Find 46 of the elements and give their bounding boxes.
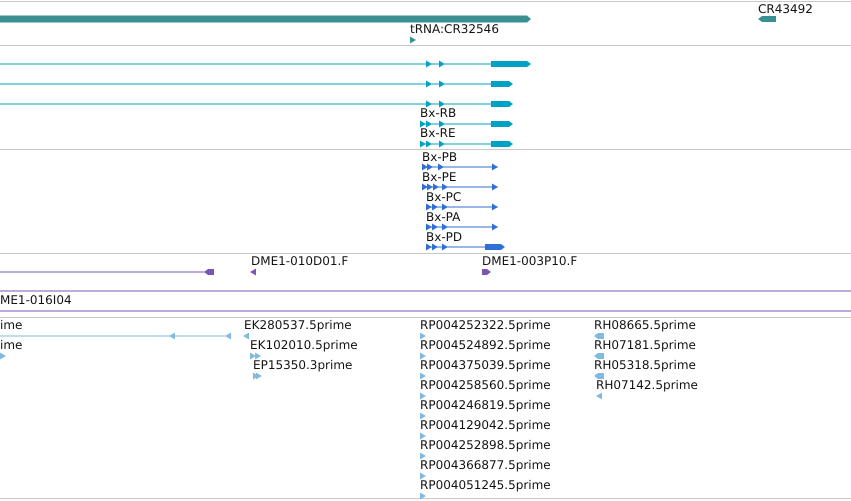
- feature-label: ime: [0, 338, 22, 352]
- feature-label: Bx-RE: [420, 126, 456, 140]
- gene-glyph[interactable]: [758, 13, 776, 25]
- feature-label: Bx-RB: [420, 106, 456, 120]
- clone-glyph[interactable]: [0, 266, 214, 278]
- feature-label: RP004252322.5prime: [420, 318, 551, 332]
- feature-label: RP004051245.5prime: [420, 478, 551, 492]
- clone-glyph[interactable]: [482, 266, 491, 278]
- feature-label: RH08665.5prime: [594, 318, 696, 332]
- feature-label: EP15350.3prime: [253, 358, 352, 372]
- feature-label: RP004524892.5prime: [420, 338, 551, 352]
- feature-label: Bx-PE: [422, 170, 456, 184]
- gene-glyph[interactable]: [410, 34, 416, 46]
- feature-label: Bx-PD: [426, 230, 462, 244]
- feature-label: Bx-PA: [426, 210, 460, 224]
- feature-label: RH07181.5prime: [594, 338, 696, 352]
- feature-label: Bx-PC: [426, 190, 462, 204]
- feature-label: EK280537.5prime: [244, 318, 352, 332]
- feature-label: RP004129042.5prime: [420, 418, 551, 432]
- gene-glyph[interactable]: [0, 13, 531, 25]
- feature-label: tRNA:CR32546: [410, 22, 499, 36]
- feature-label: RP004246819.5prime: [420, 398, 551, 412]
- transcript-glyph[interactable]: [0, 58, 531, 70]
- feature-label: RP004366877.5prime: [420, 458, 551, 472]
- feature-label: Bx-PB: [422, 150, 458, 164]
- feature-label: ime: [0, 318, 22, 332]
- feature-label: RP004375039.5prime: [420, 358, 551, 372]
- transcript-glyph[interactable]: [0, 78, 513, 90]
- feature-label: DME1-003P10.F: [482, 254, 578, 268]
- feature-label: ME1-016I04: [0, 293, 72, 307]
- protein-glyph[interactable]: [422, 181, 498, 193]
- protein-glyph[interactable]: [422, 161, 498, 173]
- feature-label: DME1-010D01.F: [251, 254, 348, 268]
- protein-glyph[interactable]: [426, 201, 498, 213]
- feature-label: RP004252898.5prime: [420, 438, 551, 452]
- feature-label: RP004258560.5prime: [420, 378, 551, 392]
- feature-label: EK102010.5prime: [250, 338, 358, 352]
- feature-label: RH07142.5prime: [596, 378, 698, 392]
- protein-glyph[interactable]: [426, 241, 505, 253]
- transcript-glyph[interactable]: [420, 138, 513, 150]
- feature-label: CR43492: [758, 2, 813, 16]
- protein-glyph[interactable]: [426, 221, 498, 233]
- clone-glyph[interactable]: [250, 266, 256, 278]
- feature-label: RH05318.5prime: [594, 358, 696, 372]
- transcript-glyph[interactable]: [420, 118, 513, 130]
- transcript-glyph[interactable]: [0, 98, 513, 110]
